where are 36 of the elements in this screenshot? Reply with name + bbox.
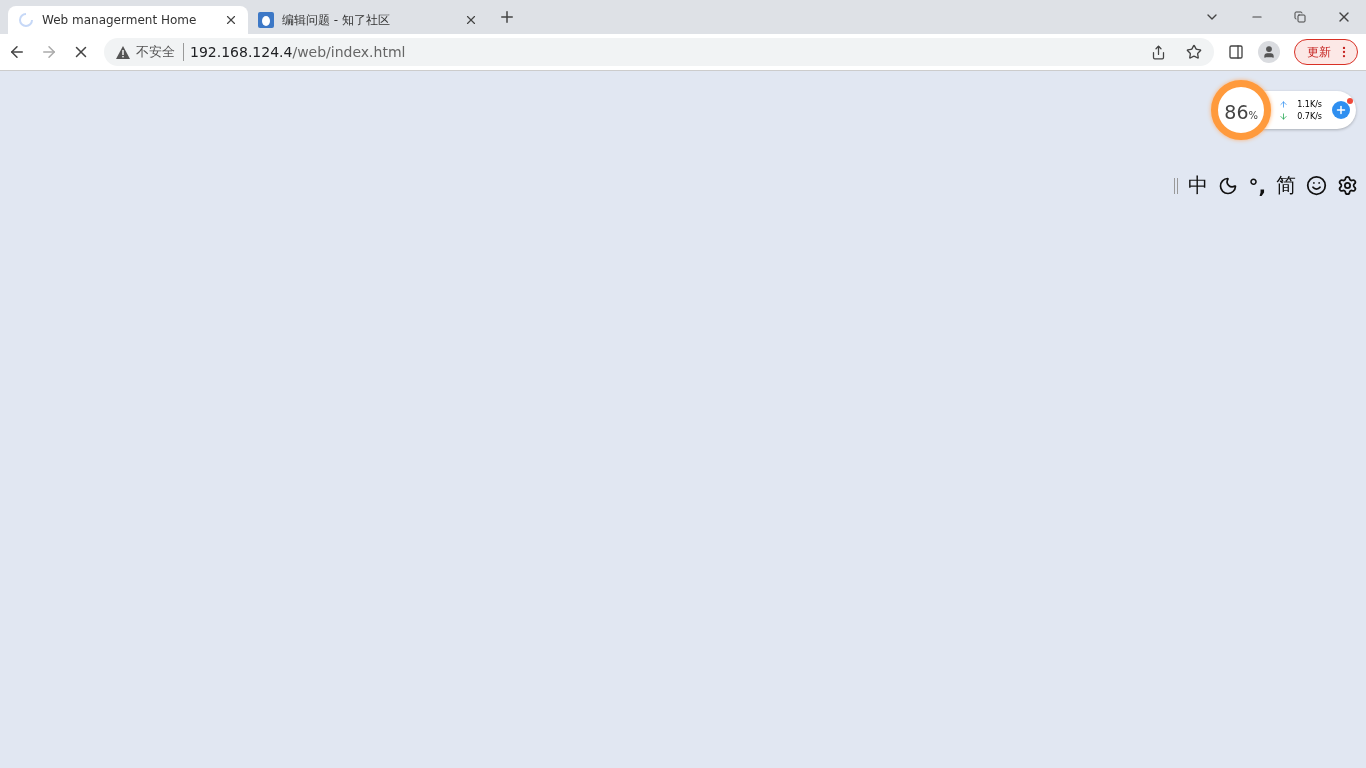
egg-icon	[258, 12, 274, 28]
back-icon[interactable]	[8, 43, 26, 61]
address-bar[interactable]: 不安全 192.168.124.4/web/index.html	[104, 38, 1214, 66]
percent-unit: %	[1248, 110, 1258, 121]
download-speed: 0.7K/s	[1297, 111, 1322, 121]
drag-handle[interactable]	[1174, 177, 1179, 194]
side-panel-icon[interactable]	[1228, 44, 1244, 60]
script-label[interactable]: 简	[1276, 172, 1296, 199]
browser-tab[interactable]: Web managerment Home	[8, 6, 248, 34]
smiley-icon[interactable]	[1306, 175, 1327, 196]
tab-title: 编辑问题 - 知了社区	[282, 11, 391, 29]
restore-icon[interactable]	[1294, 11, 1306, 23]
close-icon[interactable]	[464, 13, 478, 27]
close-icon[interactable]	[224, 13, 238, 27]
punctuation-label[interactable]: °,	[1248, 173, 1266, 198]
memory-gauge[interactable]: 86%	[1211, 80, 1272, 140]
warning-icon	[116, 45, 130, 59]
update-button[interactable]: 更新	[1294, 39, 1358, 65]
url-text: 192.168.124.4/web/index.html	[190, 44, 406, 60]
star-icon[interactable]	[1186, 44, 1202, 60]
tab-title: Web managerment Home	[42, 13, 198, 27]
share-icon[interactable]	[1151, 44, 1166, 60]
browser-tab[interactable]: 编辑问题 - 知了社区	[248, 6, 488, 34]
plus-icon[interactable]	[1332, 101, 1350, 119]
upload-speed: 1.1K/s	[1297, 99, 1322, 109]
download-arrow-icon	[1277, 111, 1290, 121]
new-tab-icon[interactable]	[498, 8, 516, 26]
security-label: 不安全	[136, 43, 184, 61]
update-label: 更新	[1307, 43, 1331, 61]
percent-value: 86	[1224, 101, 1249, 123]
upload-arrow-icon	[1277, 99, 1290, 109]
profile-icon[interactable]	[1258, 41, 1280, 63]
moon-icon[interactable]	[1218, 175, 1239, 196]
settings-icon[interactable]	[1337, 175, 1358, 196]
loading-spinner-icon	[18, 12, 34, 28]
input-mode-label[interactable]: 中	[1188, 172, 1209, 199]
